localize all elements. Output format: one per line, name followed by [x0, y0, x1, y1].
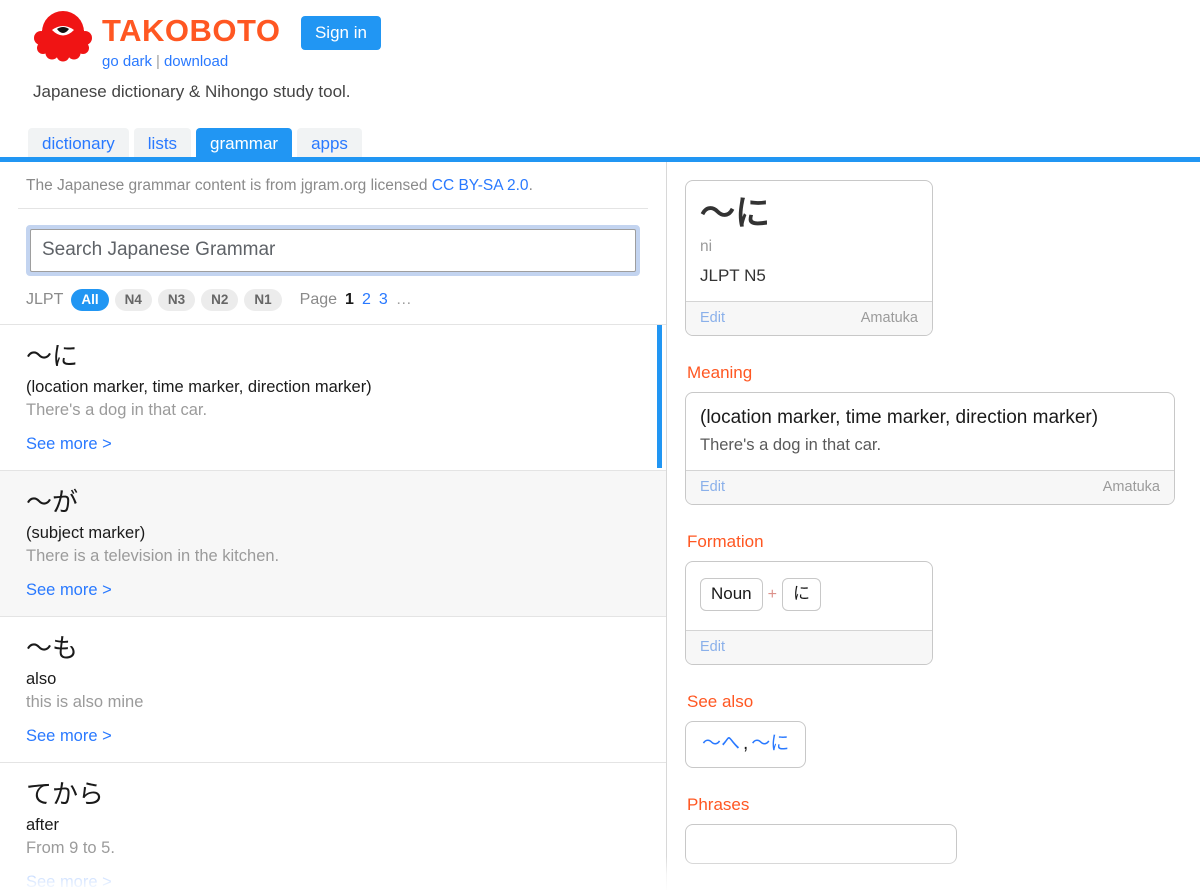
grammar-list-panel: The Japanese grammar content is from jgr… — [0, 162, 667, 890]
sublink-separator: | — [156, 53, 160, 70]
sign-in-button[interactable]: Sign in — [300, 16, 381, 50]
license-notice: The Japanese grammar content is from jgr… — [18, 162, 648, 209]
filter-and-pagination-row: JLPT All N4 N3 N2 N1 Page 1 2 3 … — [0, 276, 666, 325]
result-meaning: after — [26, 816, 60, 834]
search-input[interactable] — [30, 229, 636, 272]
meaning-text: (location marker, time marker, direction… — [700, 407, 1099, 428]
jlpt-pill-n1[interactable]: N1 — [244, 289, 282, 311]
brand-name: TAKOBOTO — [102, 13, 281, 48]
result-example: There is a television in the kitchen. — [26, 547, 280, 565]
meaning-card-footer: Edit Amatuka — [686, 470, 1174, 504]
jlpt-pill-all[interactable]: All — [71, 289, 109, 311]
edit-link[interactable]: Edit — [700, 478, 725, 496]
result-term: 〜に — [26, 341, 79, 371]
table-row[interactable]: 〜に (location marker, time marker, direct… — [0, 325, 666, 471]
see-more-link[interactable]: See more > — [26, 434, 112, 454]
result-meaning: also — [26, 670, 57, 688]
formation-row: Noun + に — [700, 574, 918, 616]
detail-jlpt-level: JLPT N5 — [700, 266, 766, 285]
detail-header-body: 〜に ni JLPT N5 — [686, 181, 932, 301]
content-area: The Japanese grammar content is from jgr… — [0, 162, 1200, 890]
grammar-results-list: 〜に (location marker, time marker, direct… — [0, 325, 666, 890]
page-label: Page — [299, 291, 338, 308]
page-ellipsis: … — [395, 291, 412, 308]
edit-link[interactable]: Edit — [700, 309, 725, 327]
page-link-3[interactable]: 3 — [379, 291, 388, 309]
meaning-card-body: (location marker, time marker, direction… — [686, 393, 1174, 470]
table-row[interactable]: てから after From 9 to 5. See more > — [0, 763, 666, 890]
detail-term: 〜に — [700, 194, 771, 233]
formation-plus-operator: + — [767, 585, 777, 603]
see-also-section-title: See also — [687, 692, 754, 711]
jlpt-pill-n3[interactable]: N3 — [157, 289, 196, 311]
result-example: this is also mine — [26, 693, 144, 711]
see-more-link[interactable]: See more > — [26, 872, 112, 890]
formation-chip-noun: Noun — [700, 578, 763, 611]
result-example: From 9 to 5. — [26, 839, 115, 857]
download-link[interactable]: download — [164, 53, 228, 70]
see-also-link-1[interactable]: 〜へ — [702, 733, 740, 754]
go-dark-link[interactable]: go dark — [102, 53, 152, 70]
result-term: 〜が — [26, 487, 79, 517]
result-term: てから — [26, 779, 105, 809]
license-link[interactable]: CC BY-SA 2.0 — [432, 177, 529, 194]
see-more-link[interactable]: See more > — [26, 726, 112, 746]
formation-card-footer: Edit — [686, 630, 932, 664]
jlpt-label: JLPT — [26, 291, 64, 308]
octopus-logo-icon[interactable] — [32, 8, 94, 64]
list-scrollbar-thumb[interactable] — [657, 325, 662, 468]
meaning-card: (location marker, time marker, direction… — [685, 392, 1175, 505]
license-prefix: The Japanese grammar content is from jgr… — [26, 177, 432, 194]
grammar-detail-panel: 〜に ni JLPT N5 Edit Amatuka Meaning (loca… — [667, 162, 1200, 890]
license-suffix: . — [528, 177, 533, 194]
detail-header-footer: Edit Amatuka — [686, 301, 932, 335]
jlpt-pill-n4[interactable]: N4 — [114, 289, 152, 311]
jlpt-pill-n2[interactable]: N2 — [201, 289, 239, 311]
table-row[interactable]: 〜が (subject marker) There is a televisio… — [0, 471, 666, 617]
formation-card: Noun + に Edit — [685, 561, 933, 665]
formation-section-title: Formation — [687, 532, 764, 551]
author-label: Amatuka — [860, 310, 918, 326]
page-root: TAKOBOTO Sign in go dark | download Japane… — [0, 0, 1200, 890]
search-focus-ring — [26, 225, 640, 276]
page-link-2[interactable]: 2 — [362, 291, 371, 309]
detail-header-card: 〜に ni JLPT N5 Edit Amatuka — [685, 180, 933, 336]
phrases-section-title: Phrases — [687, 795, 750, 814]
result-meaning: (location marker, time marker, direction… — [26, 378, 372, 396]
see-also-link-2[interactable]: 〜に — [751, 733, 789, 754]
meaning-example: There's a dog in that car. — [700, 436, 882, 454]
result-term: 〜も — [26, 633, 79, 663]
edit-link[interactable]: Edit — [700, 638, 725, 656]
see-also-box: 〜へ, 〜に — [685, 721, 807, 768]
formation-chip-particle: に — [781, 578, 821, 611]
brand-row: TAKOBOTO Sign in go dark | download — [32, 8, 381, 72]
site-header: TAKOBOTO Sign in go dark | download Japane… — [0, 0, 1200, 161]
author-label: Amatuka — [1102, 479, 1160, 495]
see-more-link[interactable]: See more > — [26, 580, 112, 600]
search-area — [0, 209, 666, 276]
table-row[interactable]: 〜も also this is also mine See more > — [0, 617, 666, 763]
site-tagline: Japanese dictionary & Nihongo study tool… — [33, 82, 351, 101]
see-also-comma: , — [743, 733, 749, 754]
brand-text-block: TAKOBOTO Sign in go dark | download — [102, 14, 381, 72]
phrases-card[interactable] — [685, 824, 957, 864]
header-sublinks: go dark | download — [102, 52, 381, 72]
result-meaning: (subject marker) — [26, 524, 146, 542]
page-link-1[interactable]: 1 — [345, 291, 354, 309]
formation-card-body: Noun + に — [686, 562, 932, 630]
detail-reading: ni — [700, 238, 713, 255]
meaning-section-title: Meaning — [687, 363, 753, 382]
result-example: There's a dog in that car. — [26, 401, 208, 419]
